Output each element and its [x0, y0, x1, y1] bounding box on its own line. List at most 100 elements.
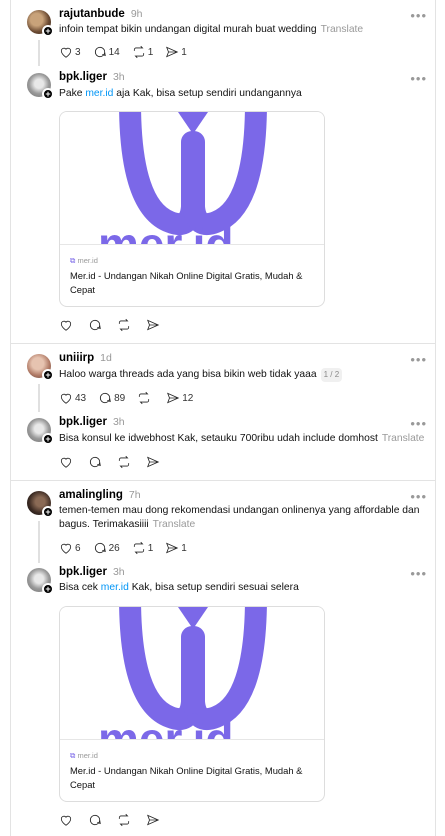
share-button[interactable]: [146, 813, 160, 827]
svg-text:mer.id: mer.id: [98, 218, 234, 245]
username[interactable]: uniiirp 1d: [59, 352, 112, 364]
post-text: Bisa konsul ke idwebhost Kak, setauku 70…: [59, 433, 425, 444]
share-button[interactable]: 1: [165, 541, 187, 555]
username[interactable]: amalingling 7h: [59, 489, 141, 501]
avatar[interactable]: +: [27, 568, 54, 595]
feed-frame: + rajutanbude 9h ••• infoin tempat bikin …: [10, 0, 436, 836]
more-icon[interactable]: •••: [410, 71, 427, 86]
username[interactable]: rajutanbude 9h: [59, 8, 143, 20]
translate-link[interactable]: Translate: [153, 519, 196, 530]
comment-icon: [89, 456, 101, 468]
link-title: Mer.id - Undangan Nikah Online Digital G…: [70, 765, 303, 790]
heart-icon: [60, 815, 72, 826]
more-icon[interactable]: •••: [410, 566, 427, 581]
username[interactable]: bpk.liger 3h: [59, 566, 125, 578]
like-button[interactable]: 3: [59, 45, 81, 59]
reply-button[interactable]: 26: [93, 541, 120, 555]
send-icon: [147, 814, 160, 826]
page-indicator: 1 / 2: [320, 368, 343, 382]
repost-icon: [133, 541, 144, 555]
avatar[interactable]: +: [27, 73, 54, 100]
more-icon[interactable]: •••: [410, 416, 427, 431]
post-text: Pake mer.id aja Kak, bisa setup sendiri …: [59, 88, 302, 99]
like-button[interactable]: 43: [59, 391, 86, 405]
send-icon: [147, 319, 160, 331]
reply-button[interactable]: 14: [93, 45, 120, 59]
reply-button[interactable]: [88, 318, 102, 332]
link-preview-card[interactable]: mer.id ⧉ mer.id Mer.id - Undangan Nikah …: [59, 606, 325, 802]
repost-button[interactable]: [117, 318, 131, 332]
link-preview-card[interactable]: mer.id ⧉ mer.id Mer.id - Undangan Nikah …: [59, 111, 325, 307]
timestamp: 3h: [112, 71, 125, 83]
timestamp: 1d: [100, 352, 112, 364]
reply-button[interactable]: [88, 813, 102, 827]
post-text: Bisa cek mer.id Kak, bisa setup sendiri …: [59, 582, 299, 593]
heart-icon: [60, 543, 72, 554]
timestamp: 9h: [130, 8, 143, 20]
heart-icon: [60, 457, 72, 468]
more-icon[interactable]: •••: [410, 489, 427, 504]
share-button[interactable]: [146, 318, 160, 332]
link[interactable]: mer.id: [101, 582, 129, 593]
repost-icon: [118, 813, 130, 827]
share-button[interactable]: [146, 455, 160, 469]
translate-link[interactable]: Translate: [382, 433, 425, 444]
avatar[interactable]: +: [27, 354, 54, 381]
link-preview-image: mer.id: [60, 607, 324, 740]
like-button[interactable]: [59, 813, 73, 827]
svg-text:mer.id: mer.id: [98, 713, 234, 740]
username[interactable]: bpk.liger 3h: [59, 71, 125, 83]
reply-button[interactable]: [88, 455, 102, 469]
send-icon: [167, 392, 180, 404]
heart-icon: [60, 320, 72, 331]
post-text: Haloo warga threads ada yang bisa bikin …: [59, 368, 427, 382]
share-button[interactable]: 1: [165, 45, 187, 59]
divider: [11, 480, 435, 481]
action-bar: [59, 813, 172, 827]
username[interactable]: bpk.liger 3h: [59, 416, 125, 428]
repost-icon: [118, 455, 130, 469]
comment-icon: [94, 46, 106, 58]
action-bar: [59, 318, 172, 332]
link-icon: ⧉: [70, 256, 76, 265]
follow-plus-icon[interactable]: +: [42, 583, 54, 595]
follow-plus-icon[interactable]: +: [42, 25, 54, 37]
avatar[interactable]: +: [27, 491, 54, 518]
action-bar: [59, 455, 172, 469]
follow-plus-icon[interactable]: +: [42, 433, 54, 445]
merid-logo-image: mer.id: [98, 112, 267, 245]
comment-icon: [100, 392, 111, 404]
action-bar: 3 14 1 1: [59, 45, 199, 59]
comment-icon: [94, 542, 106, 554]
translate-link[interactable]: Translate: [321, 24, 364, 35]
follow-plus-icon[interactable]: +: [42, 88, 54, 100]
repost-icon: [139, 391, 150, 405]
avatar[interactable]: +: [27, 10, 54, 37]
repost-button[interactable]: [117, 813, 131, 827]
like-button[interactable]: 6: [59, 541, 81, 555]
like-button[interactable]: [59, 318, 73, 332]
repost-button[interactable]: [117, 455, 131, 469]
merid-logo-image: mer.id: [98, 607, 267, 740]
repost-button[interactable]: [137, 391, 151, 405]
more-icon[interactable]: •••: [410, 352, 427, 367]
thread-line: [38, 384, 40, 412]
heart-icon: [60, 47, 72, 58]
avatar[interactable]: +: [27, 418, 54, 445]
send-icon: [166, 542, 179, 554]
follow-plus-icon[interactable]: +: [42, 506, 54, 518]
repost-icon: [118, 318, 130, 332]
send-icon: [166, 46, 179, 58]
repost-button[interactable]: 1: [132, 45, 153, 59]
repost-icon: [133, 45, 144, 59]
link[interactable]: mer.id: [85, 88, 113, 99]
post-text: temen-temen mau dong rekomendasi undanga…: [59, 505, 420, 530]
reply-button[interactable]: 89: [98, 391, 125, 405]
share-button[interactable]: 12: [166, 391, 193, 405]
thread-line: [38, 40, 40, 66]
follow-plus-icon[interactable]: +: [42, 369, 54, 381]
more-icon[interactable]: •••: [410, 8, 427, 23]
like-button[interactable]: [59, 455, 73, 469]
repost-button[interactable]: 1: [132, 541, 153, 555]
comment-icon: [89, 814, 101, 826]
